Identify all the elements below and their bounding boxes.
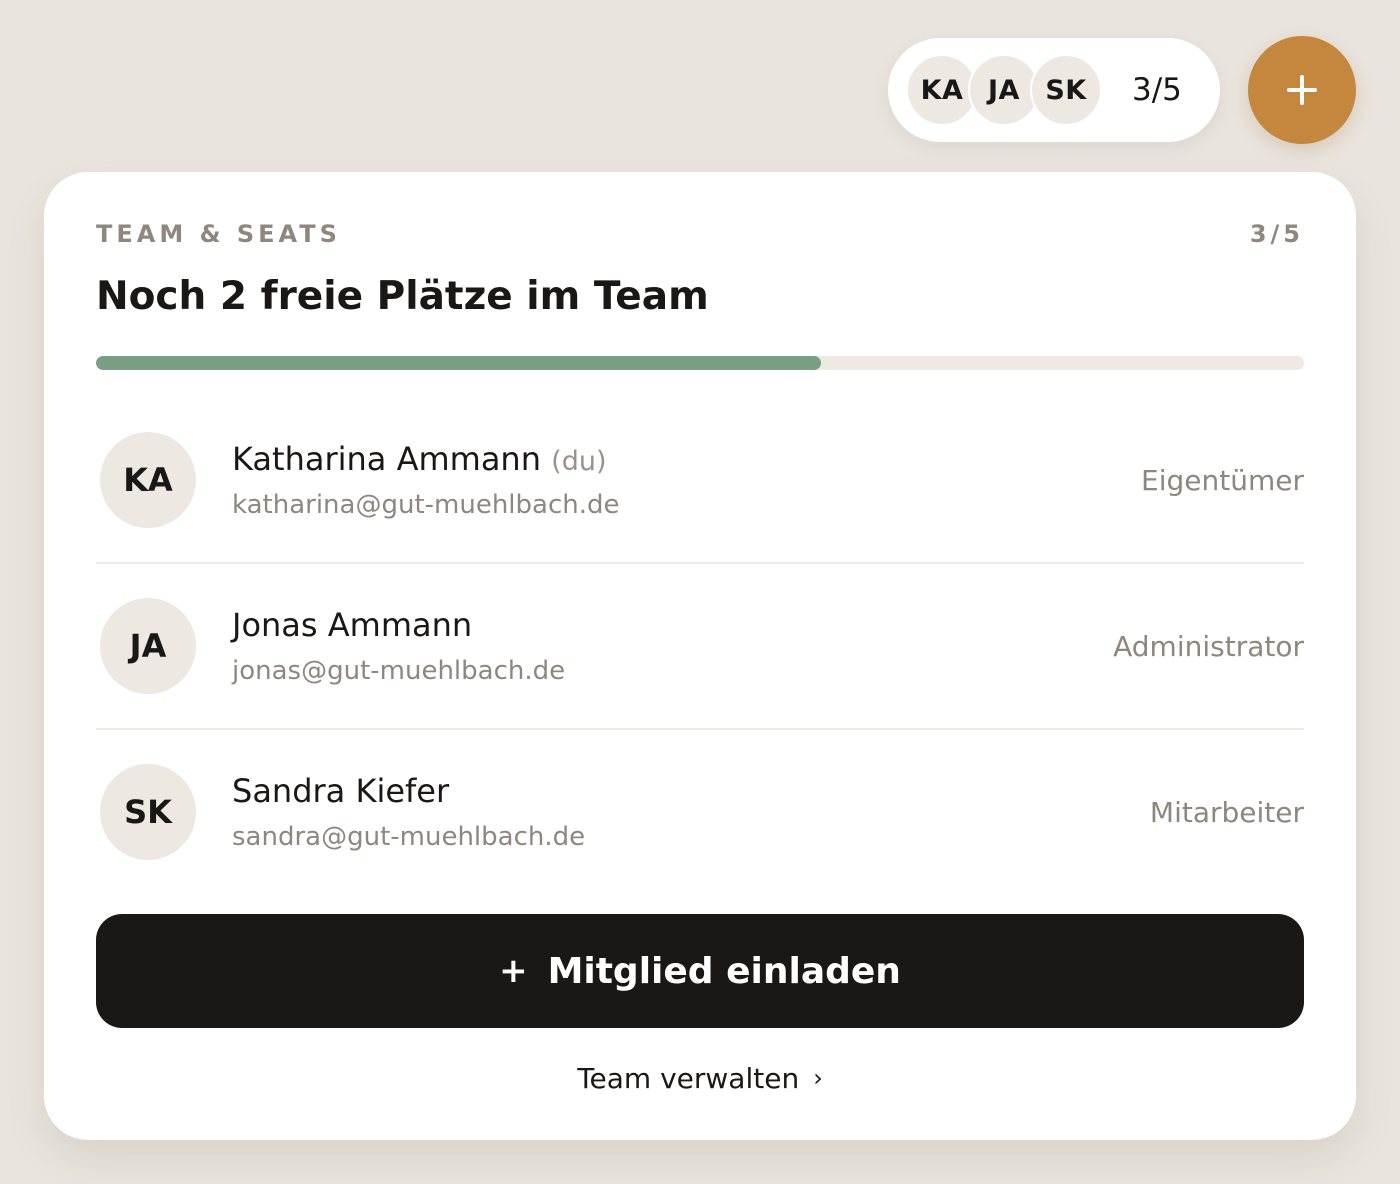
member-email: sandra@gut-muehlbach.de [232, 822, 586, 852]
avatar: KA [100, 432, 196, 528]
team-seats-card: TEAM & SEATS 3/5 Noch 2 freie Plätze im … [44, 172, 1356, 1140]
seat-progress-fill [96, 356, 821, 370]
manage-team-link[interactable]: Team verwalten › [44, 1062, 1356, 1095]
seat-progress-bar [96, 356, 1304, 370]
you-tag: (du) [551, 446, 607, 477]
member-role[interactable]: Administrator [1113, 630, 1304, 663]
member-email: jonas@gut-muehlbach.de [232, 656, 566, 686]
member-name: Katharina Ammann (du) [232, 440, 606, 478]
seat-summary-pill[interactable]: KA JA SK 3/5 [888, 38, 1220, 142]
member-list: KA Katharina Ammann (du) katharina@gut-m… [96, 398, 1304, 896]
manage-team-label: Team verwalten [577, 1062, 800, 1095]
member-name-text: Jonas Ammann [232, 606, 473, 644]
avatar: SK [100, 764, 196, 860]
member-name-text: Sandra Kiefer [232, 772, 450, 810]
member-email: katharina@gut-muehlbach.de [232, 490, 620, 520]
chevron-right-icon: › [813, 1064, 823, 1092]
member-name: Sandra Kiefer [232, 772, 449, 810]
invite-member-button[interactable]: + Mitglied einladen [96, 914, 1304, 1028]
avatar: SK [1030, 54, 1102, 126]
add-member-button[interactable] [1248, 36, 1356, 144]
member-name-text: Katharina Ammann [232, 440, 541, 478]
seat-count-label: 3/5 [1249, 220, 1304, 248]
plus-icon [1287, 75, 1317, 105]
member-name: Jonas Ammann [232, 606, 472, 644]
plus-icon: + [499, 951, 528, 991]
member-role[interactable]: Eigentümer [1141, 464, 1304, 497]
card-eyebrow: TEAM & SEATS [96, 220, 341, 248]
member-row[interactable]: JA Jonas Ammann jonas@gut-muehlbach.de A… [96, 564, 1304, 730]
member-row[interactable]: SK Sandra Kiefer sandra@gut-muehlbach.de… [96, 730, 1304, 896]
avatar: JA [100, 598, 196, 694]
invite-member-label: Mitglied einladen [547, 950, 901, 992]
seat-count: 3/5 [1132, 72, 1182, 108]
card-title: Noch 2 freie Plätze im Team [96, 274, 709, 319]
member-row[interactable]: KA Katharina Ammann (du) katharina@gut-m… [96, 398, 1304, 564]
member-role[interactable]: Mitarbeiter [1150, 796, 1304, 829]
